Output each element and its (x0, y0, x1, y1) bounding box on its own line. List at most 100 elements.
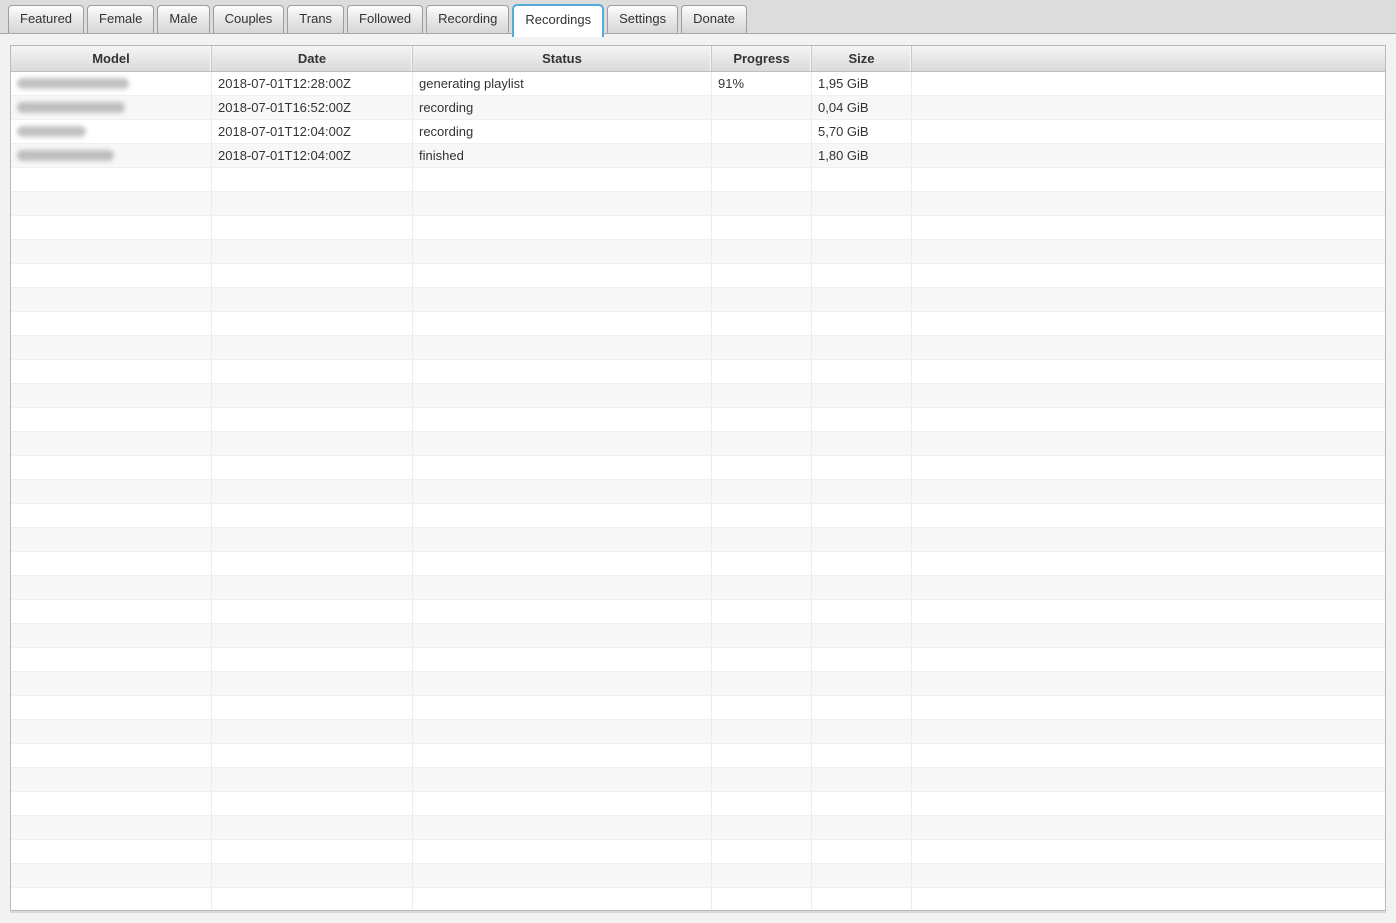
recordings-table[interactable]: ModelDateStatusProgressSize 2018-07-01T1… (10, 45, 1386, 911)
tab-male[interactable]: Male (157, 5, 209, 33)
table-row-empty (11, 792, 1385, 816)
table-row[interactable]: 2018-07-01T16:52:00Zrecording0,04 GiB (11, 96, 1385, 120)
table-row-empty (11, 168, 1385, 192)
cell-empty (712, 528, 812, 551)
cell-empty (413, 192, 712, 215)
cell-empty (413, 840, 712, 863)
cell-empty (712, 672, 812, 695)
table-row-empty (11, 480, 1385, 504)
tab-trans[interactable]: Trans (287, 5, 344, 33)
cell-empty (912, 864, 1385, 887)
cell-empty (413, 792, 712, 815)
cell-empty (812, 528, 912, 551)
cell-empty (413, 600, 712, 623)
cell-empty (11, 840, 212, 863)
cell-empty (712, 648, 812, 671)
column-header-date[interactable]: Date (212, 46, 413, 71)
cell-empty (912, 648, 1385, 671)
cell-empty (712, 504, 812, 527)
cell-size: 1,80 GiB (812, 144, 912, 167)
cell-empty (413, 480, 712, 503)
column-header-spacer[interactable] (912, 46, 1385, 71)
cell-empty (11, 216, 212, 239)
cell-empty (812, 504, 912, 527)
table-row-empty (11, 288, 1385, 312)
cell-empty (812, 792, 912, 815)
cell-spacer (912, 144, 1385, 167)
tab-settings[interactable]: Settings (607, 5, 678, 33)
tab-recordings[interactable]: Recordings (512, 4, 604, 37)
cell-empty (712, 216, 812, 239)
cell-empty (912, 432, 1385, 455)
column-header-size[interactable]: Size (812, 46, 912, 71)
cell-empty (212, 600, 413, 623)
cell-empty (912, 240, 1385, 263)
cell-progress (712, 120, 812, 143)
cell-empty (712, 720, 812, 743)
table-row-empty (11, 192, 1385, 216)
cell-empty (812, 720, 912, 743)
cell-empty (912, 816, 1385, 839)
column-header-status[interactable]: Status (413, 46, 712, 71)
cell-empty (11, 648, 212, 671)
column-header-progress[interactable]: Progress (712, 46, 812, 71)
cell-empty (712, 480, 812, 503)
table-row-empty (11, 552, 1385, 576)
cell-empty (912, 312, 1385, 335)
cell-empty (413, 864, 712, 887)
table-row-empty (11, 336, 1385, 360)
column-header-model[interactable]: Model (11, 46, 212, 71)
table-row-empty (11, 360, 1385, 384)
cell-empty (413, 504, 712, 527)
cell-empty (413, 528, 712, 551)
cell-empty (712, 336, 812, 359)
cell-empty (413, 288, 712, 311)
tab-recording[interactable]: Recording (426, 5, 509, 33)
tab-couples[interactable]: Couples (213, 5, 285, 33)
table-row[interactable]: 2018-07-01T12:04:00Zfinished1,80 GiB (11, 144, 1385, 168)
cell-empty (413, 696, 712, 719)
cell-empty (212, 432, 413, 455)
cell-empty (712, 768, 812, 791)
cell-empty (212, 768, 413, 791)
cell-empty (712, 240, 812, 263)
model-name-redacted (17, 126, 86, 137)
cell-empty (212, 816, 413, 839)
cell-empty (912, 696, 1385, 719)
table-row-empty (11, 720, 1385, 744)
cell-empty (712, 840, 812, 863)
cell-empty (912, 408, 1385, 431)
cell-empty (212, 360, 413, 383)
cell-empty (212, 792, 413, 815)
cell-date: 2018-07-01T12:04:00Z (212, 144, 413, 167)
cell-empty (812, 552, 912, 575)
cell-empty (11, 576, 212, 599)
cell-empty (413, 648, 712, 671)
cell-empty (11, 720, 212, 743)
cell-empty (212, 456, 413, 479)
cell-empty (712, 168, 812, 191)
cell-empty (812, 864, 912, 887)
table-row-empty (11, 528, 1385, 552)
table-row[interactable]: 2018-07-01T12:04:00Zrecording5,70 GiB (11, 120, 1385, 144)
cell-empty (712, 600, 812, 623)
cell-empty (812, 768, 912, 791)
tab-donate[interactable]: Donate (681, 5, 747, 33)
cell-empty (212, 192, 413, 215)
cell-empty (712, 288, 812, 311)
cell-empty (11, 744, 212, 767)
cell-empty (812, 168, 912, 191)
tab-featured[interactable]: Featured (8, 5, 84, 33)
tab-followed[interactable]: Followed (347, 5, 423, 33)
cell-empty (413, 720, 712, 743)
cell-empty (912, 888, 1385, 911)
cell-empty (712, 192, 812, 215)
cell-model (11, 144, 212, 167)
cell-empty (413, 408, 712, 431)
tab-female[interactable]: Female (87, 5, 154, 33)
table-row[interactable]: 2018-07-01T12:28:00Zgenerating playlist9… (11, 72, 1385, 96)
cell-empty (11, 408, 212, 431)
cell-empty (11, 864, 212, 887)
cell-empty (912, 336, 1385, 359)
cell-empty (11, 816, 212, 839)
